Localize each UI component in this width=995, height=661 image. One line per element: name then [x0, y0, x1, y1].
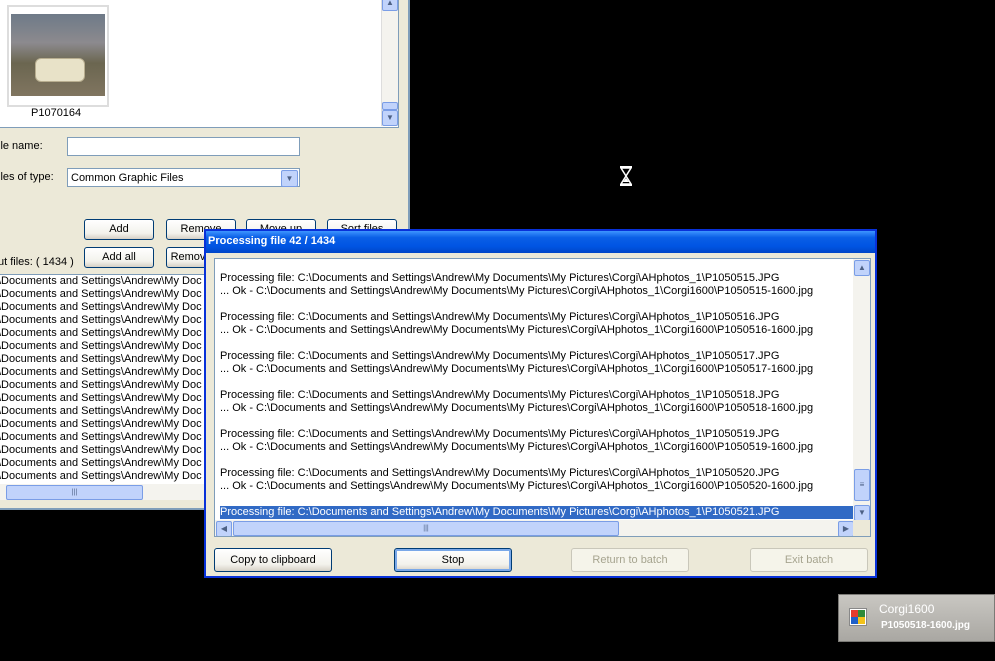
add-button[interactable]: Add — [84, 219, 154, 240]
log-processing-line: Processing file: C:\Documents and Settin… — [220, 428, 780, 440]
thumbnail-image — [11, 14, 105, 96]
log-ok-line: ... Ok - C:\Documents and Settings\Andre… — [220, 402, 814, 414]
scrollbar-corner — [853, 520, 870, 536]
files-of-type-select[interactable]: Common Graphic Files ▼ — [67, 168, 300, 187]
file-list-row[interactable]: \Documents and Settings\Andrew\My Doc — [0, 288, 206, 301]
log-processing-line: Processing file: C:\Documents and Settin… — [220, 467, 780, 479]
files-of-type-label: iles of type: — [0, 171, 54, 183]
file-list-row[interactable]: \Documents and Settings\Andrew\My Doc — [0, 327, 206, 340]
scroll-up-icon[interactable]: ▲ — [382, 0, 398, 11]
file-list-row[interactable]: \Documents and Settings\Andrew\My Doc — [0, 314, 206, 327]
log-processing-line: Processing file: C:\Documents and Settin… — [220, 389, 780, 401]
log-ok-line: ... Ok - C:\Documents and Settings\Andre… — [220, 324, 814, 336]
processing-log[interactable]: Processing file: C:\Documents and Settin… — [214, 258, 871, 537]
scroll-left-icon[interactable]: ◀ — [216, 521, 232, 536]
file-list-row[interactable]: \Documents and Settings\Andrew\My Doc — [0, 379, 206, 392]
file-list-row[interactable]: \Documents and Settings\Andrew\My Doc — [0, 301, 206, 314]
log-ok-line: ... Ok - C:\Documents and Settings\Andre… — [220, 480, 814, 492]
tray-title: Corgi1600 — [879, 602, 935, 616]
log-gap — [220, 376, 856, 389]
file-list-horizontal-scrollbar[interactable]: ||| — [0, 484, 206, 500]
stop-button[interactable]: Stop — [394, 548, 512, 572]
scroll-right-icon[interactable]: ▶ — [838, 521, 854, 536]
file-list-row[interactable]: \Documents and Settings\Andrew\My Doc — [0, 405, 206, 418]
exit-batch-button[interactable]: Exit batch — [750, 548, 868, 572]
add-all-button[interactable]: Add all — [84, 247, 154, 268]
log-processing-line: Processing file: C:\Documents and Settin… — [220, 311, 780, 323]
file-name-input[interactable] — [67, 137, 300, 156]
dialog-title: Processing file 42 / 1434 — [206, 231, 875, 253]
processing-dialog: Processing file 42 / 1434 Processing fil… — [204, 229, 877, 578]
tray-notification[interactable]: Corgi1600 P1050518-1600.jpg — [838, 594, 995, 642]
file-list-row[interactable]: \Documents and Settings\Andrew\My Doc — [0, 340, 206, 353]
thumbnail[interactable] — [7, 5, 109, 107]
file-list-row[interactable]: \Documents and Settings\Andrew\My Doc — [0, 366, 206, 379]
log-vertical-scrollbar[interactable]: ▲ ≡ ▼ — [853, 259, 870, 521]
scroll-thumb[interactable]: ||| — [233, 521, 619, 536]
scroll-thumb[interactable] — [382, 102, 398, 110]
file-list-row[interactable]: \Documents and Settings\Andrew\My Doc — [0, 275, 206, 288]
log-current-line[interactable]: Processing file: C:\Documents and Settin… — [220, 506, 856, 519]
scroll-down-icon[interactable]: ▼ — [382, 110, 398, 126]
copy-to-clipboard-button[interactable]: Copy to clipboard — [214, 548, 332, 572]
file-list-row[interactable]: \Documents and Settings\Andrew\My Doc — [0, 431, 206, 444]
return-to-batch-button[interactable]: Return to batch — [571, 548, 689, 572]
log-gap — [220, 298, 856, 311]
log-ok-line: ... Ok - C:\Documents and Settings\Andre… — [220, 441, 814, 453]
file-list-row[interactable]: \Documents and Settings\Andrew\My Doc — [0, 418, 206, 431]
file-list-row[interactable]: \Documents and Settings\Andrew\My Doc — [0, 444, 206, 457]
tray-subtitle: P1050518-1600.jpg — [881, 620, 970, 631]
files-of-type-value: Common Graphic Files — [71, 172, 184, 184]
log-text: Processing file: C:\Documents and Settin… — [220, 272, 856, 519]
scroll-up-icon[interactable]: ▲ — [854, 260, 870, 276]
scroll-thumb[interactable]: ≡ — [854, 469, 870, 501]
log-processing-line: Processing file: C:\Documents and Settin… — [220, 350, 780, 362]
input-file-list[interactable]: \Documents and Settings\Andrew\My Doc \Do… — [0, 274, 206, 485]
file-list-row[interactable]: \Documents and Settings\Andrew\My Doc — [0, 457, 206, 470]
input-files-count: ut files: ( 1434 ) — [0, 256, 74, 268]
chevron-down-icon[interactable]: ▼ — [281, 170, 298, 187]
file-list-row[interactable]: \Documents and Settings\Andrew\My Doc — [0, 470, 206, 483]
file-name-label: ile name: — [0, 140, 43, 152]
thumbnail-vertical-scrollbar[interactable]: ▲ ▼ — [381, 0, 398, 126]
log-gap — [220, 415, 856, 428]
image-file-icon — [849, 608, 867, 626]
thumbnail-label: P1070164 — [31, 107, 82, 119]
thumbnail-pane: P1070164 ▲ ▼ — [0, 0, 399, 128]
scroll-thumb[interactable]: ||| — [6, 485, 143, 500]
file-list-row[interactable]: \Documents and Settings\Andrew\My Doc — [0, 392, 206, 405]
log-gap — [220, 454, 856, 467]
scroll-down-icon[interactable]: ▼ — [854, 505, 870, 521]
log-horizontal-scrollbar[interactable]: ◀ ||| ▶ — [215, 520, 855, 536]
log-ok-line: ... Ok - C:\Documents and Settings\Andre… — [220, 363, 814, 375]
log-gap — [220, 493, 856, 506]
log-ok-line: ... Ok - C:\Documents and Settings\Andre… — [220, 285, 814, 297]
log-processing-line: Processing file: C:\Documents and Settin… — [220, 272, 780, 284]
file-list-row[interactable]: \Documents and Settings\Andrew\My Doc — [0, 353, 206, 366]
hourglass-icon — [620, 166, 632, 186]
car-image — [35, 58, 85, 82]
log-gap — [220, 337, 856, 350]
